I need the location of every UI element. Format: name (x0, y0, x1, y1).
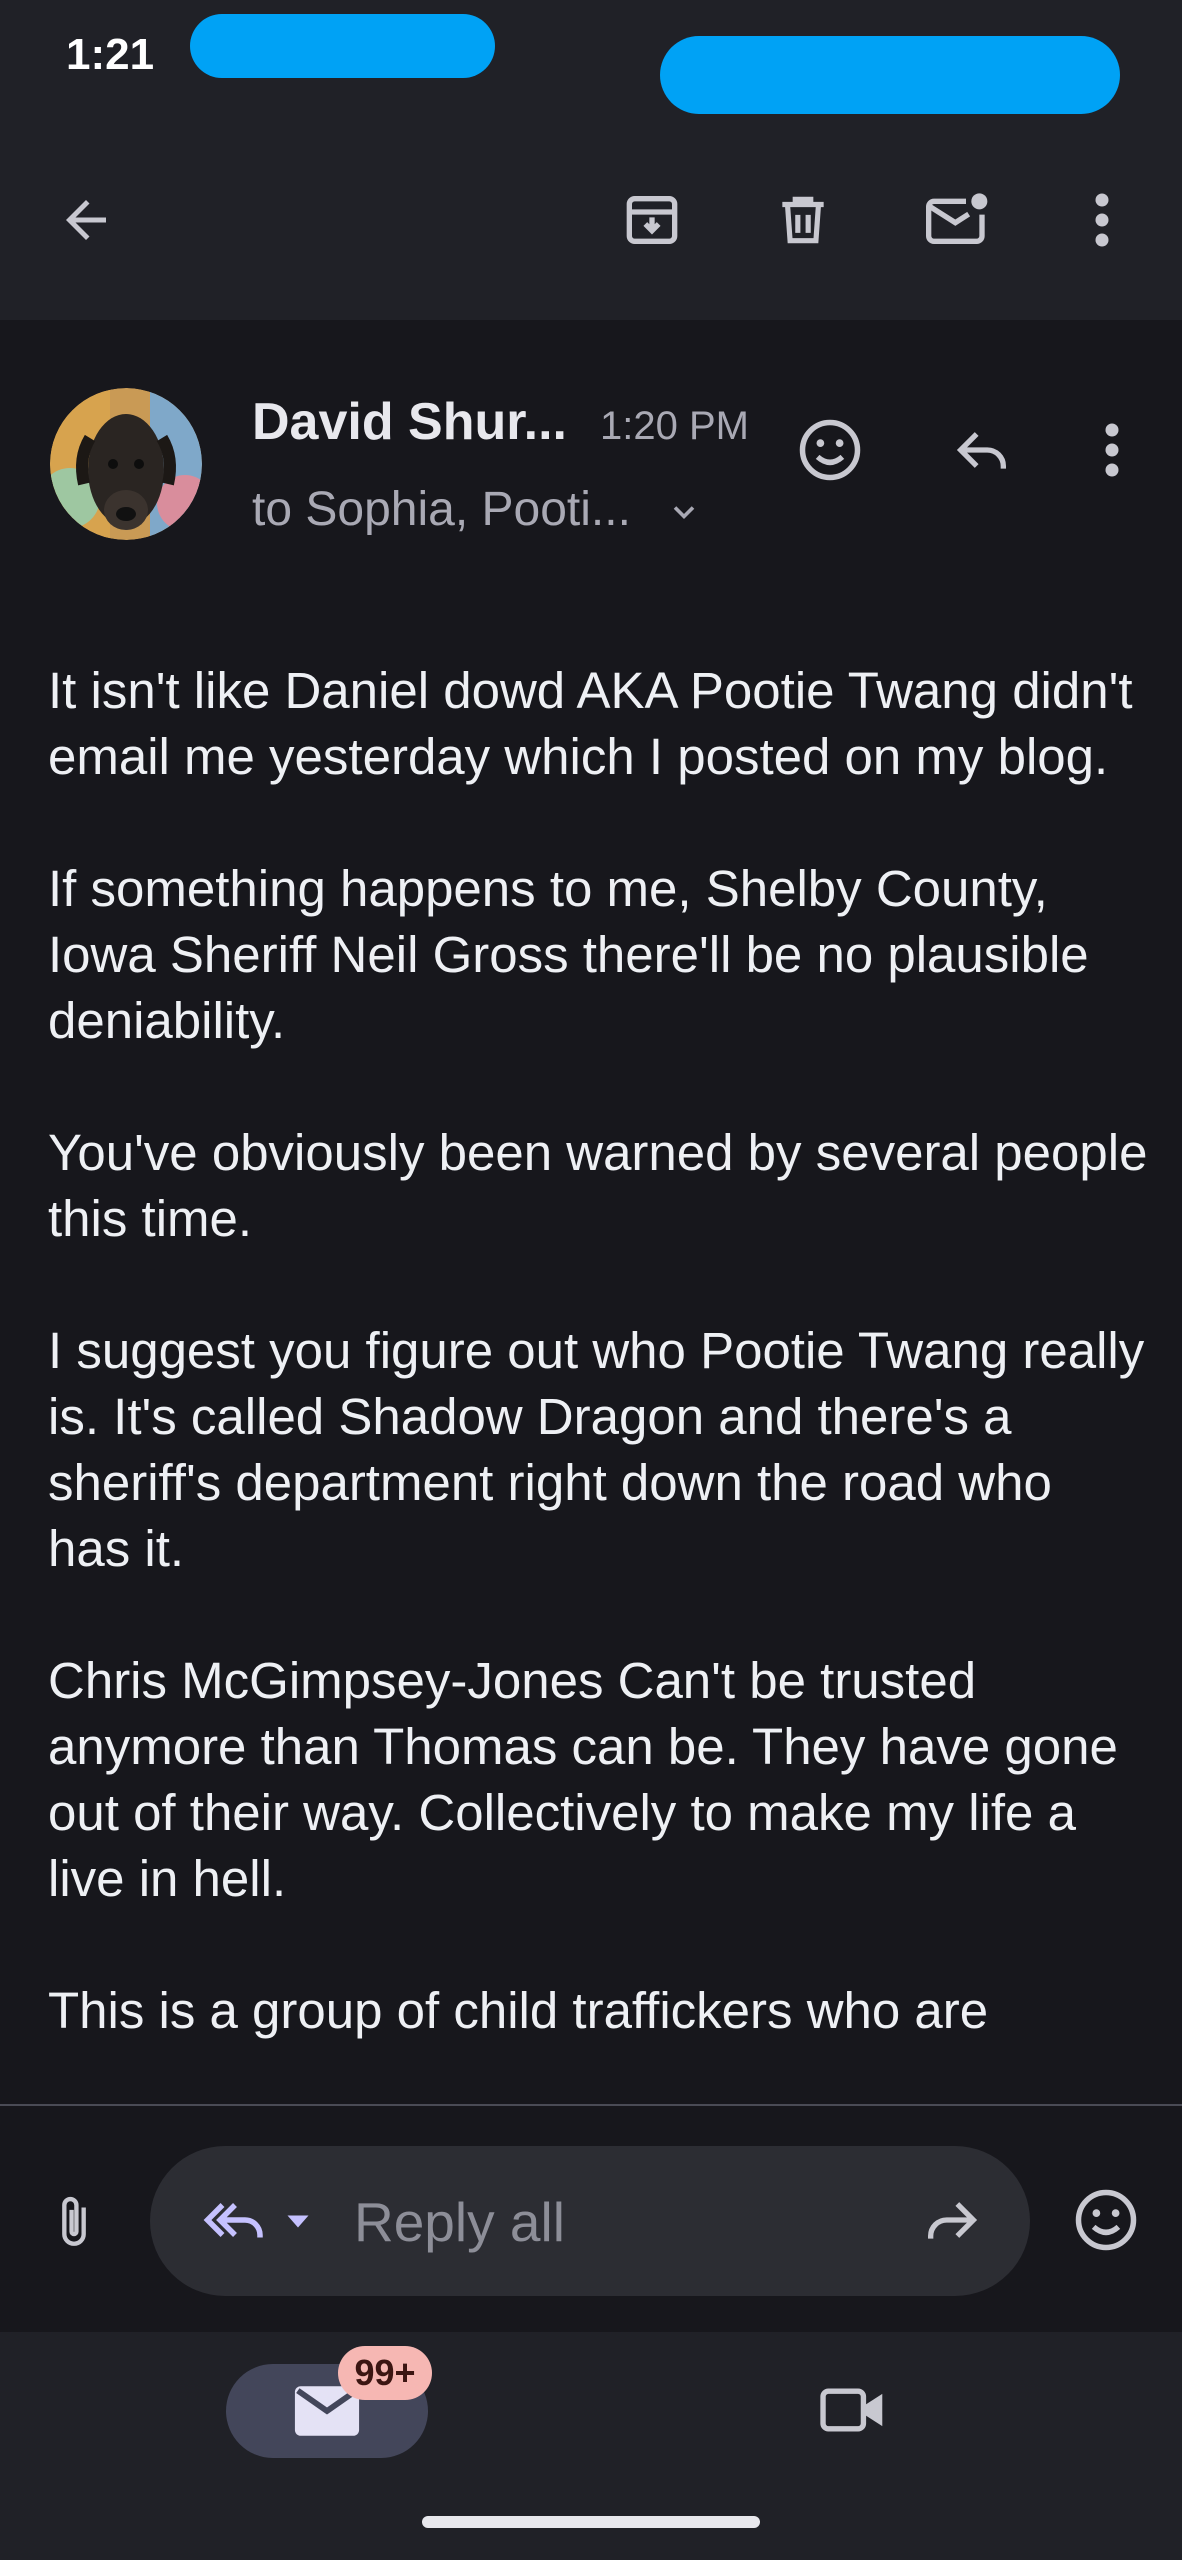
nav-meet-tab[interactable] (814, 2370, 894, 2450)
arrow-left-icon (66, 200, 106, 240)
recipients-line[interactable]: to Sophia, Pooti... (252, 482, 702, 537)
body-paragraph: You've obviously been warned by several … (48, 1124, 1148, 1247)
reply-icon (956, 432, 1006, 469)
attach-button[interactable] (34, 2182, 114, 2262)
mail-unread-icon (926, 193, 988, 244)
more-vert-icon (1095, 193, 1109, 247)
message-time: 1:20 PM (600, 404, 749, 448)
message-more-button[interactable] (1072, 410, 1152, 490)
body-paragraph: This is a group of child traffickers who… (48, 1982, 989, 2039)
emoji-icon (1075, 2189, 1137, 2251)
status-time: 1:21 (66, 30, 155, 79)
status-bar: 1:21 (0, 0, 1182, 120)
sender-avatar[interactable] (50, 388, 202, 540)
trash-icon (782, 196, 824, 244)
video-camera-icon (820, 2388, 883, 2432)
back-button[interactable] (46, 180, 126, 260)
dropdown-arrow-icon (287, 2215, 309, 2228)
mark-unread-button[interactable] (914, 180, 1002, 260)
unread-count-badge: 99+ (338, 2346, 432, 2400)
redaction-mark-left (190, 14, 495, 78)
emoji-icon (799, 419, 861, 481)
body-paragraph: I suggest you figure out who Pootie Twan… (48, 1322, 1145, 1577)
archive-button[interactable] (612, 180, 692, 260)
compose-emoji-button[interactable] (1066, 2180, 1146, 2260)
body-paragraph: Chris McGimpsey-Jones Can't be trusted a… (48, 1652, 1118, 1907)
forward-icon (928, 2202, 978, 2239)
reply-all-icon (203, 2203, 263, 2238)
paperclip-icon (62, 2196, 86, 2246)
delete-button[interactable] (763, 180, 843, 260)
archive-icon (626, 196, 678, 244)
reply-button[interactable] (942, 410, 1022, 490)
message-body: It isn't like Daniel dowd AKA Pootie Twa… (0, 640, 1182, 2105)
body-paragraph: If something happens to me, Shelby Count… (48, 860, 1089, 1049)
top-toolbar (0, 120, 1182, 320)
more-vert-icon (1105, 423, 1119, 477)
sender-name[interactable]: David Shur... (252, 392, 567, 452)
chevron-down-icon (673, 506, 695, 520)
body-paragraph: It isn't like Daniel dowd AKA Pootie Twa… (48, 662, 1133, 785)
dog-avatar-image (50, 388, 202, 540)
recipients-text: to Sophia, Pooti... (252, 483, 631, 536)
redaction-mark-right (660, 36, 1120, 114)
home-indicator[interactable] (422, 2516, 760, 2528)
reply-mode-selector[interactable] (188, 2180, 328, 2260)
forward-button[interactable] (912, 2180, 992, 2260)
reply-placeholder: Reply all (354, 2191, 565, 2253)
more-options-button[interactable] (1062, 180, 1142, 260)
react-emoji-button[interactable] (790, 410, 870, 490)
